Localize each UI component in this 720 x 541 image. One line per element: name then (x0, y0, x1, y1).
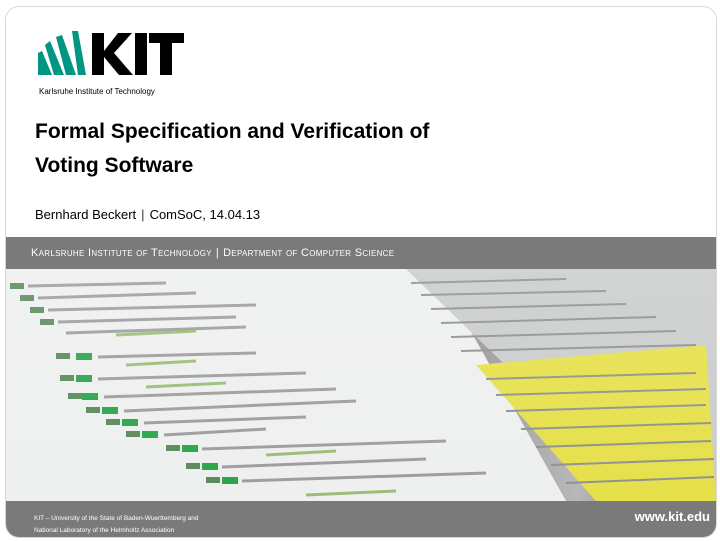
footer: KIT – University of the State of Baden-W… (6, 501, 716, 537)
author-name: Bernhard Beckert (35, 207, 137, 222)
slide-frame: Karlsruhe Institute of Technology Formal… (5, 6, 717, 538)
band-text: Karlsruhe Institute of Technology | Depart… (31, 247, 394, 259)
event-info: ComSoC, 14.04.13 (149, 207, 261, 222)
logo-subtitle: Karlsruhe Institute of Technology (39, 87, 155, 96)
author-line: Bernhard Beckert | ComSoC, 14.04.13 (35, 207, 260, 222)
footer-url: www.kit.edu (634, 509, 710, 524)
proof-tree-image (6, 269, 716, 501)
title-line-2: Voting Software (35, 154, 194, 177)
institute-band: Karlsruhe Institute of Technology | Depart… (6, 237, 716, 269)
title-line-1: Formal Specification and Verification of (35, 120, 430, 143)
slide-title: Formal Specification and Verification of… (35, 115, 429, 183)
author-separator: | (141, 207, 145, 222)
band-department: Department of Computer Science (223, 247, 395, 259)
footer-line-2: National Laboratory of the Helmholtz Ass… (34, 527, 175, 534)
kit-logo: Karlsruhe Institute of Technology (34, 29, 184, 99)
band-institute: Karlsruhe Institute of Technology (31, 247, 212, 259)
footer-line-1: KIT – University of the State of Baden-W… (34, 515, 199, 522)
band-separator: | (215, 247, 220, 259)
kit-logo-mark (38, 31, 184, 75)
header-photo (6, 269, 716, 501)
title-slide: Karlsruhe Institute of Technology Formal… (0, 0, 720, 541)
